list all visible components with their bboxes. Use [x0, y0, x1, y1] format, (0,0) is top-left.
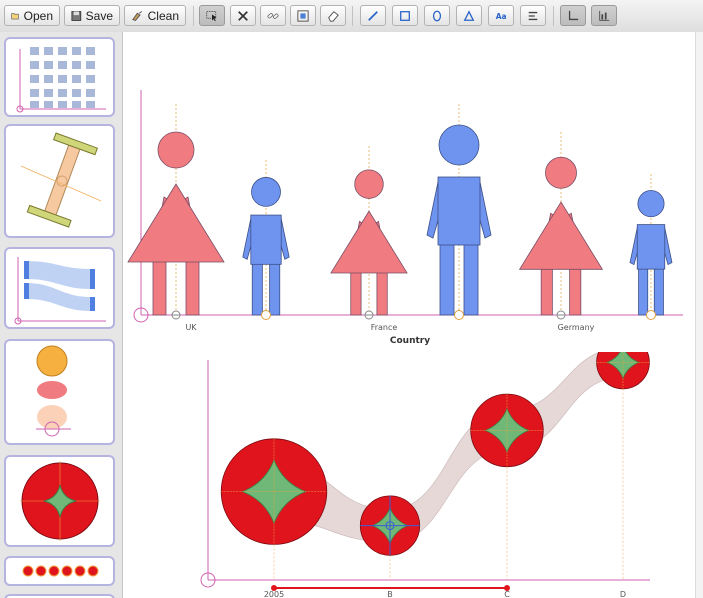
group-icon	[297, 9, 309, 22]
svg-text:Aa: Aa	[496, 12, 507, 21]
pictograph-x-tick-label: Germany	[558, 323, 595, 332]
icon-grid-thumbnail[interactable]	[4, 37, 115, 117]
pictograph-chart: UK France Germany Country	[127, 90, 683, 346]
sankey-thumbnail[interactable]	[4, 247, 115, 329]
chart-icon	[599, 10, 610, 21]
polygon-icon	[463, 9, 475, 21]
toolbar: Open Save Clean Aa	[0, 0, 703, 33]
open-icon	[11, 12, 19, 19]
rectangle-icon	[400, 10, 410, 21]
chart-tool-button[interactable]	[591, 5, 617, 26]
toolbar-separator	[352, 6, 353, 26]
link-tool-button[interactable]	[260, 5, 286, 26]
link-icon	[267, 12, 279, 19]
bubble-chart: 2005 B C D	[200, 352, 650, 598]
male-figure-uk[interactable]	[242, 160, 290, 320]
select-icon	[206, 10, 217, 21]
dumbbell-thumbnail[interactable]	[4, 124, 115, 238]
open-button[interactable]: Open	[4, 5, 60, 26]
sidebar	[0, 32, 123, 598]
toolbar-separator	[553, 6, 554, 26]
toolbar-separator	[193, 6, 194, 26]
text-icon: Aa	[496, 12, 507, 21]
group-tool-button[interactable]	[290, 5, 316, 26]
polygon-tool-button[interactable]	[456, 5, 482, 26]
x-icon	[238, 10, 248, 21]
dots-row-thumbnail[interactable]	[4, 556, 115, 586]
ellipse-tool-button[interactable]	[424, 5, 450, 26]
align-icon	[528, 11, 538, 20]
select-tool-button[interactable]	[199, 5, 225, 26]
bubble-glyph-c[interactable]	[470, 393, 544, 580]
open-button-label: Open	[23, 8, 53, 23]
male-figure-france[interactable]	[426, 104, 492, 320]
vertical-scrollbar[interactable]	[695, 32, 703, 598]
delete-tool-button[interactable]	[230, 5, 256, 26]
bubble-glyph-2005[interactable]	[220, 438, 328, 580]
broom-icon	[132, 10, 143, 21]
next-thumbnail[interactable]	[4, 594, 115, 598]
save-button[interactable]: Save	[64, 5, 120, 26]
eraser-icon	[328, 10, 339, 22]
pictograph-x-tick-label: UK	[185, 323, 197, 332]
axis-tool-button[interactable]	[560, 5, 586, 26]
clean-button[interactable]: Clean	[124, 5, 186, 26]
ellipse-icon	[432, 10, 442, 21]
bubble-x-tick-label: 2005	[264, 590, 284, 598]
female-figure-germany[interactable]	[518, 132, 604, 320]
save-button-label: Save	[85, 8, 113, 23]
floppy-icon	[71, 10, 82, 21]
clean-button-label: Clean	[147, 8, 179, 23]
bubble-glyph-b[interactable]	[359, 495, 421, 580]
bubble-x-tick-label: B	[387, 590, 393, 598]
bubble-glyph-d[interactable]	[596, 352, 650, 580]
stacked-ellipses-thumbnail[interactable]	[4, 339, 115, 445]
pictograph-x-tick-label: France	[371, 323, 398, 332]
line-icon	[368, 10, 378, 21]
connection-band	[273, 352, 624, 543]
bubble-x-tick-label: C	[504, 590, 510, 598]
text-tool-button[interactable]: Aa	[488, 5, 514, 26]
rect-tool-button[interactable]	[392, 5, 418, 26]
axis-icon	[568, 10, 579, 20]
line-tool-button[interactable]	[360, 5, 386, 26]
align-tool-button[interactable]	[520, 5, 546, 26]
glyph-circle-thumbnail[interactable]	[4, 455, 115, 547]
male-figure-germany[interactable]	[629, 174, 673, 320]
female-figure-uk[interactable]	[127, 104, 225, 320]
bubble-x-tick-label: D	[620, 590, 626, 598]
drawing-canvas[interactable]: UK France Germany Country 2005 B C D	[123, 32, 695, 598]
eraser-tool-button[interactable]	[320, 5, 346, 26]
female-figure-france[interactable]	[330, 146, 408, 320]
pictograph-x-axis-title: Country	[390, 336, 430, 346]
